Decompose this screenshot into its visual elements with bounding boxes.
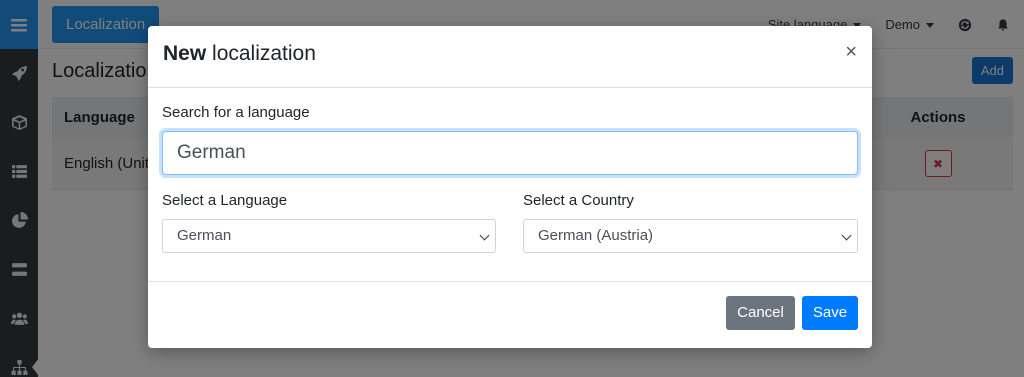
language-select-label: Select a Language bbox=[162, 192, 288, 209]
modal-title-bold: New bbox=[163, 42, 207, 65]
language-search-input[interactable] bbox=[162, 131, 858, 175]
cancel-button[interactable]: Cancel bbox=[726, 296, 795, 330]
chevron-down-icon bbox=[841, 230, 852, 241]
language-select-value: German bbox=[177, 227, 232, 244]
close-button[interactable]: × bbox=[845, 42, 857, 62]
modal-footer: Cancel Save bbox=[148, 282, 872, 348]
country-select-label: Select a Country bbox=[523, 192, 634, 209]
search-label: Search for a language bbox=[162, 104, 310, 121]
country-select-value: German (Austria) bbox=[538, 227, 654, 244]
modal-title: New localization bbox=[163, 42, 316, 66]
modal-header: New localization × bbox=[148, 26, 872, 88]
chevron-down-icon bbox=[479, 230, 490, 241]
new-localization-modal: New localization × Search for a language… bbox=[148, 26, 872, 348]
modal-title-rest: localization bbox=[206, 42, 316, 65]
language-select[interactable]: German bbox=[162, 219, 496, 253]
country-select[interactable]: German (Austria) bbox=[523, 219, 858, 253]
save-button[interactable]: Save bbox=[802, 296, 858, 330]
modal-body: Search for a language Select a Language … bbox=[148, 88, 872, 282]
